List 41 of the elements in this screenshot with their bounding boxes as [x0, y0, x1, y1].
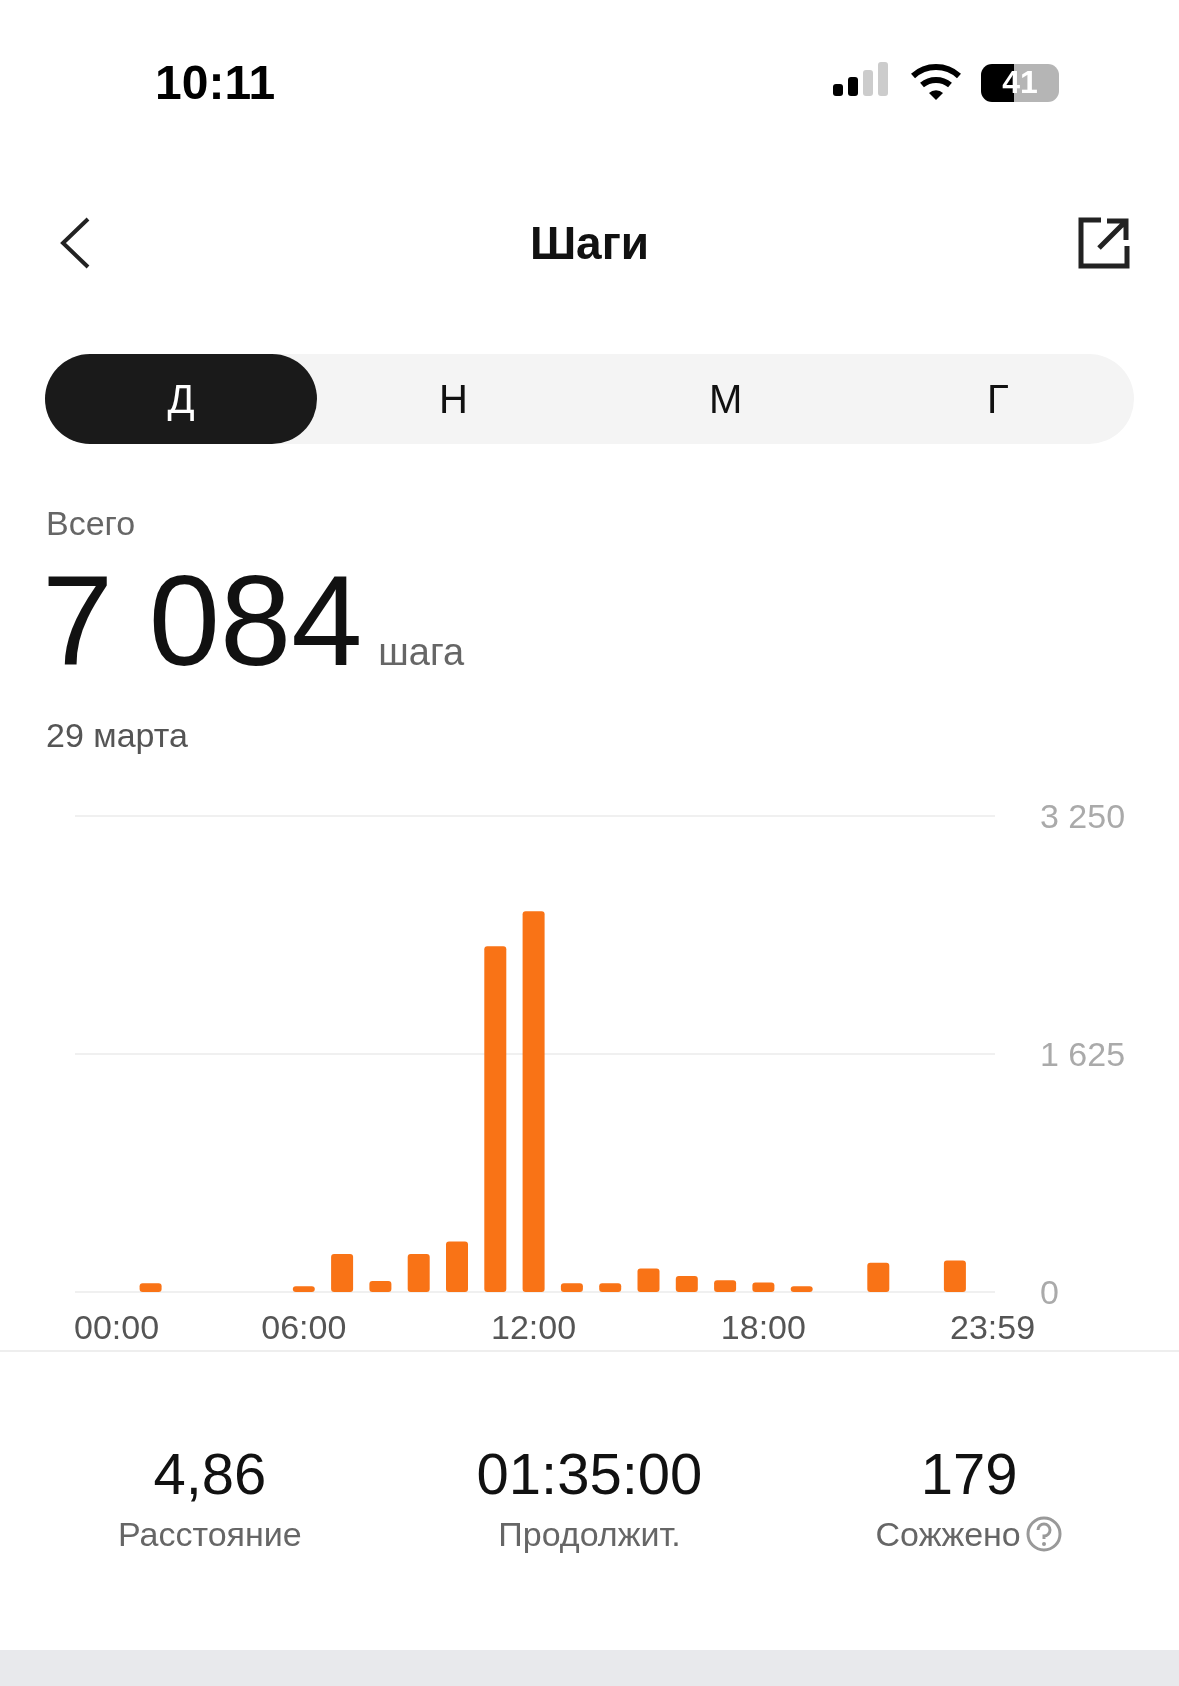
bar — [752, 1282, 775, 1292]
y-axis-label: 1 625 — [1040, 1034, 1126, 1073]
period-tab[interactable]: Д — [45, 354, 318, 444]
bar — [407, 1253, 430, 1292]
x-axis-label: 23:59 — [950, 1307, 1036, 1346]
bar — [560, 1283, 583, 1292]
total-steps: 7 084 — [42, 551, 363, 692]
status-time: 10:11 — [155, 55, 276, 110]
bar — [790, 1285, 813, 1292]
x-axis-label: 18:00 — [720, 1307, 806, 1346]
stat-value: 01:35:00 — [476, 1439, 703, 1507]
bar — [139, 1283, 162, 1292]
bar — [446, 1241, 468, 1292]
wifi-icon — [911, 63, 961, 102]
bar — [675, 1275, 698, 1292]
bar — [714, 1280, 737, 1292]
stat-value: 179 — [920, 1439, 1018, 1507]
bar — [599, 1283, 622, 1292]
stat-label: Расстояние — [118, 1514, 302, 1554]
total-label: Всего — [46, 504, 137, 543]
y-axis-label: 0 — [1040, 1272, 1059, 1311]
date-label: 29 марта — [46, 715, 189, 755]
period-tab[interactable]: Г — [861, 354, 1134, 444]
steps-unit: шага — [378, 631, 465, 674]
help-icon[interactable] — [1024, 1515, 1063, 1554]
stat-value: 4,86 — [153, 1439, 267, 1507]
period-tab[interactable]: Н — [317, 354, 590, 444]
x-axis-label: 00:00 — [74, 1307, 160, 1346]
bar — [292, 1285, 315, 1292]
bar — [331, 1253, 354, 1292]
bar — [369, 1280, 392, 1292]
x-axis-label: 06:00 — [261, 1307, 347, 1346]
page-title: Шаги — [529, 215, 650, 270]
bar — [943, 1260, 966, 1292]
stat-label: Продолжит. — [498, 1514, 681, 1554]
bar — [637, 1268, 660, 1292]
period-tab[interactable]: М — [589, 354, 862, 444]
stat-label: Сожжено — [875, 1514, 1021, 1554]
bar — [867, 1262, 890, 1292]
y-axis-label: 3 250 — [1040, 796, 1126, 835]
x-axis-label: 12:00 — [491, 1307, 577, 1346]
